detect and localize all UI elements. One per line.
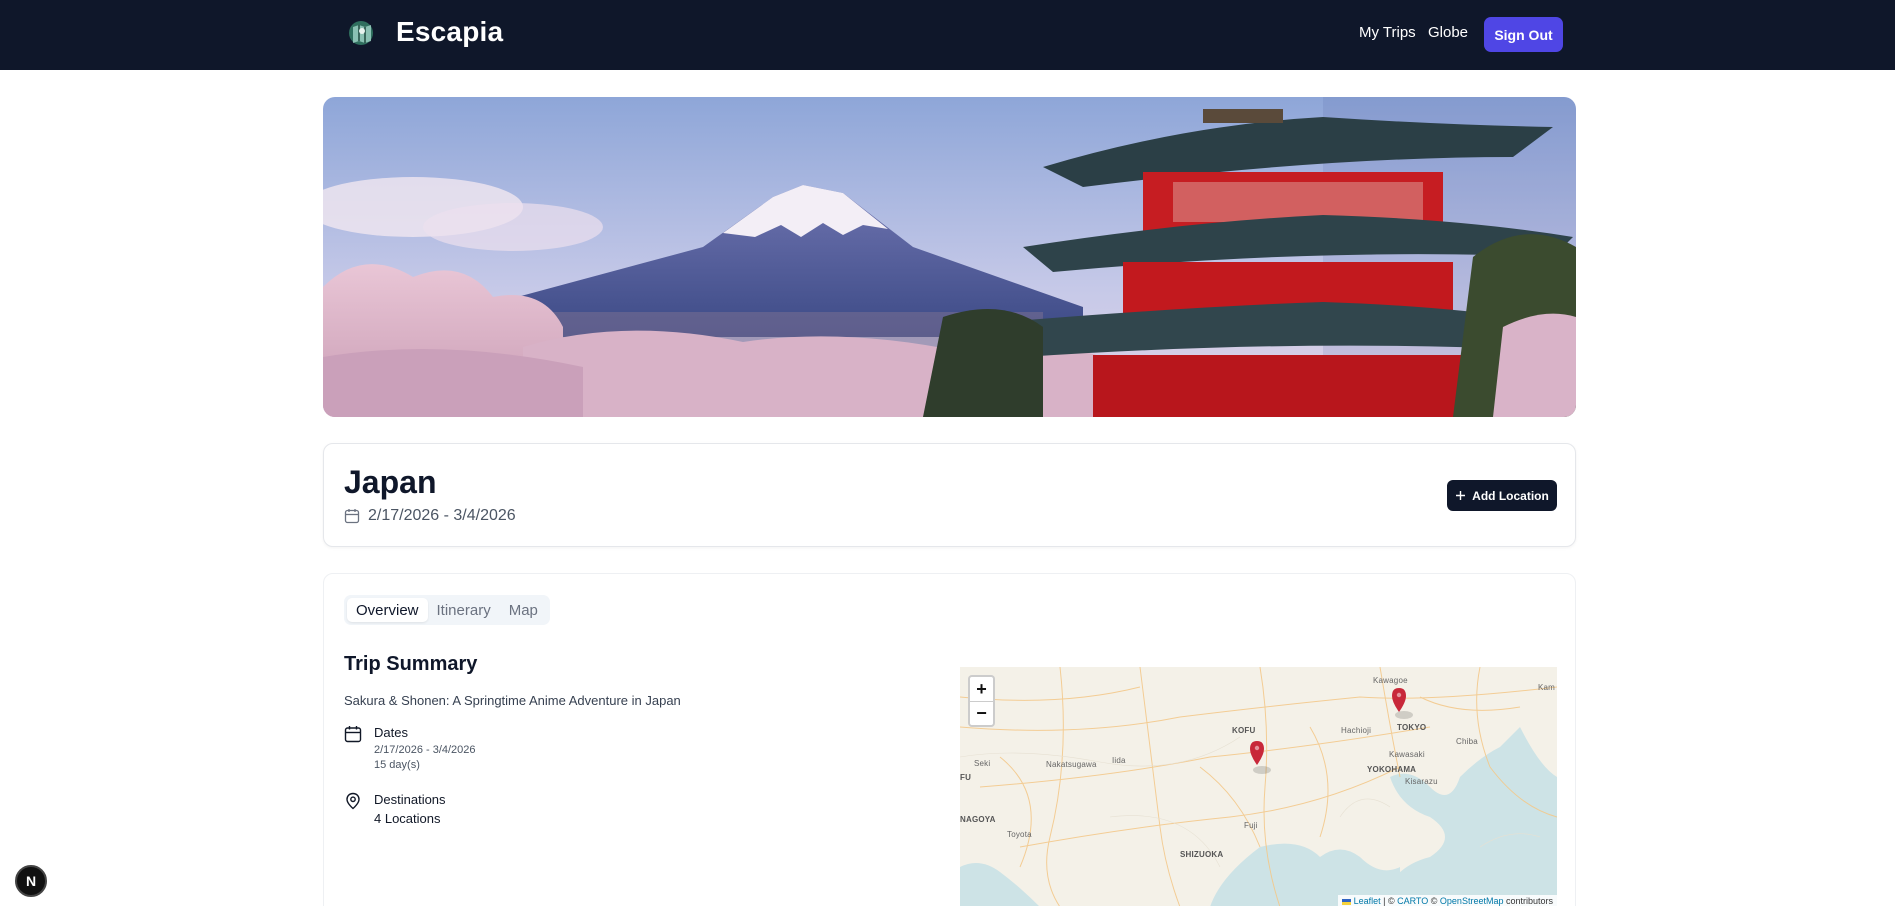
map-label-fu: FU [960, 773, 972, 782]
trip-content-card: Overview Itinerary Map Trip Summary Saku… [323, 573, 1576, 906]
map-label-toyota: Toyota [1007, 830, 1032, 839]
summary-title: Trip Summary [344, 653, 478, 675]
destinations-label: Destinations [374, 792, 446, 807]
plus-icon [1456, 491, 1466, 500]
map-label-kam: Kam [1538, 683, 1556, 692]
leaflet-link[interactable]: Leaflet [1354, 896, 1381, 906]
globe-map-icon [349, 21, 373, 45]
calendar-icon [344, 509, 360, 524]
map-pin-icon [346, 792, 360, 810]
map-label-fuji: Fuji [1244, 821, 1258, 830]
trip-map[interactable]: Kawagoe TOKYO Kam KOFU Hachioji Chiba Se… [960, 667, 1557, 906]
tab-list: Overview Itinerary Map [344, 595, 550, 625]
hero-image [323, 97, 1576, 417]
map-label-kawasaki: Kawasaki [1389, 750, 1425, 759]
map-label-kofu: KOFU [1232, 726, 1256, 735]
map-label-shizuoka: SHIZUOKA [1180, 850, 1224, 859]
add-location-label: Add Location [1472, 488, 1549, 503]
map-label-tokyo: TOKYO [1397, 723, 1427, 732]
dev-tools-badge[interactable]: N [15, 865, 47, 897]
brand-logo[interactable] [345, 17, 377, 49]
top-navbar: Escapia My Trips Globe Sign Out [0, 0, 1895, 70]
calendar-icon [344, 726, 362, 743]
nav-my-trips-link[interactable]: My Trips [1359, 24, 1416, 41]
trip-title: Japan [344, 464, 437, 500]
trip-header-card: Japan 2/17/2026 - 3/4/2026 Add Location [323, 443, 1576, 547]
tab-map[interactable]: Map [500, 598, 547, 622]
dates-value: 2/17/2026 - 3/4/2026 [374, 744, 476, 756]
add-location-button[interactable]: Add Location [1447, 480, 1557, 511]
trip-dates-text: 2/17/2026 - 3/4/2026 [368, 507, 516, 524]
destinations-info: Destinations 4 Locations [344, 792, 446, 826]
map-label-nagoya: NAGOYA [960, 815, 996, 824]
attribution-tail: contributors [1503, 896, 1553, 906]
map-label-iida: Iida [1112, 756, 1126, 765]
duration-value: 15 day(s) [374, 759, 420, 771]
map-label-yokohama: YOKOHAMA [1367, 765, 1417, 774]
brand-name[interactable]: Escapia [396, 16, 503, 48]
dates-info: Dates 2/17/2026 - 3/4/2026 15 day(s) [344, 725, 476, 771]
tab-overview[interactable]: Overview [347, 598, 428, 622]
map-label-kisarazu: Kisarazu [1405, 777, 1438, 786]
zoom-in-button[interactable]: + [970, 677, 993, 701]
osm-link[interactable]: OpenStreetMap [1440, 896, 1504, 906]
map-attribution: Leaflet | © CARTO © OpenStreetMap contri… [1338, 895, 1557, 906]
map-tiles [960, 667, 1557, 906]
ukraine-flag-icon [1342, 898, 1352, 905]
attribution-separator-1: | © [1380, 896, 1398, 906]
map-label-hachioji: Hachioji [1341, 726, 1372, 735]
map-label-chiba: Chiba [1456, 737, 1478, 746]
map-label-seki: Seki [974, 759, 991, 768]
sign-out-button[interactable]: Sign Out [1484, 17, 1563, 52]
zoom-out-button[interactable]: − [970, 701, 993, 725]
map-zoom-control: + − [968, 675, 995, 727]
nav-globe-link[interactable]: Globe [1428, 24, 1468, 41]
dates-label: Dates [374, 725, 408, 740]
tab-itinerary[interactable]: Itinerary [428, 598, 500, 622]
summary-subtitle: Sakura & Shonen: A Springtime Anime Adve… [344, 693, 681, 708]
trip-dates: 2/17/2026 - 3/4/2026 [344, 507, 516, 525]
carto-link[interactable]: CARTO [1397, 896, 1428, 906]
map-label-nakatsugawa: Nakatsugawa [1046, 760, 1097, 769]
attribution-separator-2: © [1428, 896, 1440, 906]
destinations-value: 4 Locations [374, 811, 441, 826]
map-label-kawagoe: Kawagoe [1373, 676, 1408, 685]
